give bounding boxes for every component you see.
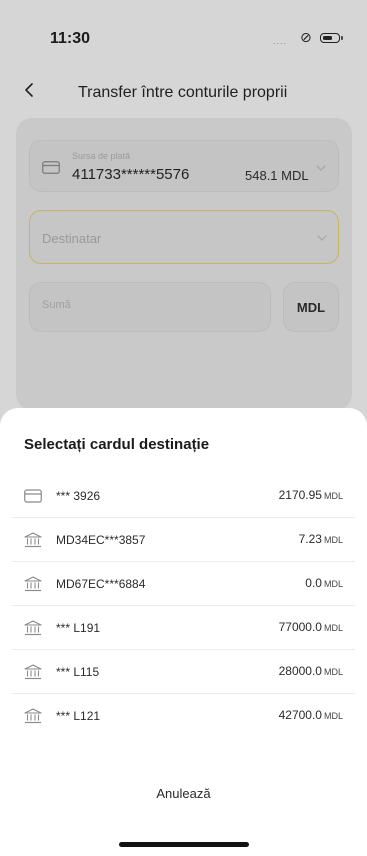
chevron-down-icon xyxy=(316,165,326,171)
item-amount-value: 7.23 xyxy=(298,532,322,546)
destination-select[interactable]: Destinatar xyxy=(29,210,339,264)
item-currency: MDL xyxy=(323,491,343,501)
battery-icon xyxy=(320,33,340,43)
sheet-title: Selectați cardul destinație xyxy=(24,436,210,453)
item-label: MD67EC***6884 xyxy=(56,577,146,591)
item-label: *** L115 xyxy=(56,665,100,679)
status-time: 11:30 xyxy=(50,30,91,47)
transfer-form: Sursa de plată 411733******5576 548.1 MD… xyxy=(16,118,352,410)
credit-card-icon xyxy=(42,161,60,174)
source-account-select[interactable]: Sursa de plată 411733******5576 548.1 MD… xyxy=(29,140,339,192)
destination-item-account[interactable]: MD34EC***3857 7.23 MDL xyxy=(0,518,367,562)
bank-icon xyxy=(24,708,42,724)
item-amount-value: 28000.0 xyxy=(278,664,322,678)
home-indicator[interactable] xyxy=(119,842,249,847)
amount-placeholder: Sumă xyxy=(42,299,71,311)
item-currency: MDL xyxy=(323,623,343,633)
signal-icon: .... xyxy=(273,36,288,46)
destination-sheet: Selectați cardul destinație *** 3926 217… xyxy=(0,408,367,856)
item-amount-value: 42700.0 xyxy=(278,708,322,722)
item-amount: 0.0 MDL xyxy=(305,576,343,590)
status-bar: 11:30 .... ⊘ xyxy=(0,0,367,58)
page-title: Transfer între conturile proprii xyxy=(78,84,288,101)
cancel-button[interactable]: Anulează xyxy=(0,786,367,801)
item-currency: MDL xyxy=(323,711,343,721)
item-label: *** L121 xyxy=(56,709,101,723)
destination-item-account[interactable]: MD67EC***6884 0.0 MDL xyxy=(0,562,367,606)
item-label: *** 3926 xyxy=(56,489,101,503)
item-amount: 28000.0 MDL xyxy=(279,664,343,678)
chevron-down-icon xyxy=(317,235,327,241)
chevron-left-icon[interactable] xyxy=(18,78,42,102)
destination-placeholder: Destinatar xyxy=(42,231,102,246)
bank-icon xyxy=(24,532,42,548)
credit-card-icon xyxy=(24,489,42,503)
battery-cap xyxy=(341,36,343,40)
amount-input[interactable]: Sumă xyxy=(29,282,271,332)
page-header: Transfer între conturile proprii xyxy=(0,58,367,118)
item-currency: MDL xyxy=(323,667,343,677)
destination-item-account[interactable]: *** L115 28000.0 MDL xyxy=(0,650,367,694)
item-amount-value: 2170.95 xyxy=(278,488,322,502)
item-amount: 7.23 MDL xyxy=(299,532,343,546)
screen: 11:30 .... ⊘ Transfer între conturile pr… xyxy=(0,0,367,856)
source-balance: 548.1 MDL xyxy=(245,168,309,183)
item-currency: MDL xyxy=(323,579,343,589)
bank-icon xyxy=(24,620,42,636)
currency-button[interactable]: MDL xyxy=(283,282,339,332)
item-amount: 77000.0 MDL xyxy=(279,620,343,634)
item-currency: MDL xyxy=(323,535,343,545)
destination-item-account[interactable]: *** L191 77000.0 MDL xyxy=(0,606,367,650)
item-label: MD34EC***3857 xyxy=(56,533,146,547)
item-amount: 42700.0 MDL xyxy=(279,708,343,722)
bank-icon xyxy=(24,664,42,680)
link-icon: ⊘ xyxy=(300,29,312,45)
item-label: *** L191 xyxy=(56,621,101,635)
bank-icon xyxy=(24,576,42,592)
item-amount: 2170.95 MDL xyxy=(279,488,343,502)
source-card-number: 411733******5576 xyxy=(72,166,190,183)
destination-item-card[interactable]: *** 3926 2170.95 MDL xyxy=(0,474,367,518)
source-label: Sursa de plată xyxy=(72,151,131,161)
item-amount-value: 77000.0 xyxy=(278,620,322,634)
destination-item-account[interactable]: *** L121 42700.0 MDL xyxy=(0,694,367,738)
item-amount-value: 0.0 xyxy=(305,576,322,590)
